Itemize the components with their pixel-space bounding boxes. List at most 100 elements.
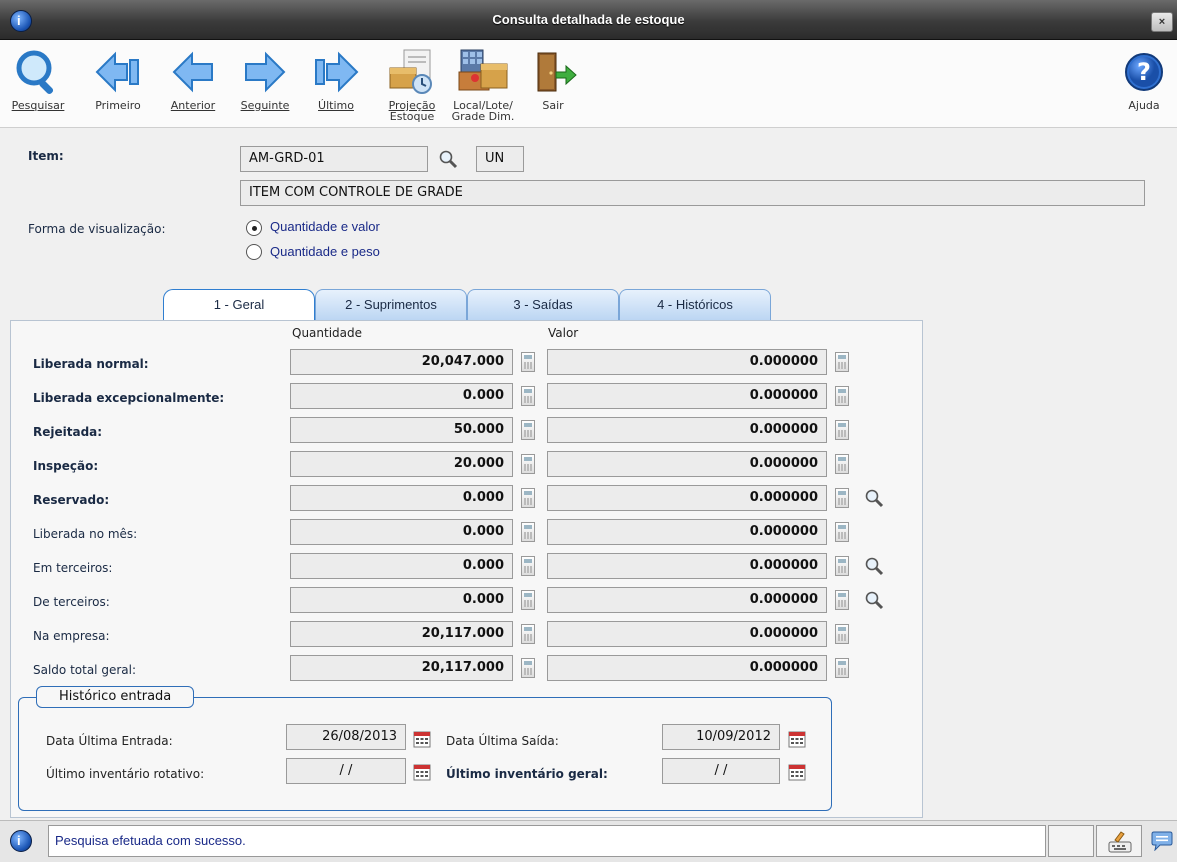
historico-entrada-group	[18, 697, 832, 811]
row-label: Em terceiros:	[33, 561, 113, 575]
calculator-icon[interactable]	[521, 454, 535, 474]
exit-door-icon	[528, 44, 578, 100]
valor-field: 0.000000	[547, 519, 827, 545]
valor-field: 0.000000	[547, 485, 827, 511]
inv-rotativo-field[interactable]: / /	[286, 758, 406, 784]
chat-icon[interactable]	[1150, 831, 1174, 851]
tab-suprimentos[interactable]: 2 - Suprimentos	[315, 289, 467, 320]
valor-field: 0.000000	[547, 621, 827, 647]
quantidade-field: 20,047.000	[290, 349, 513, 375]
last-button[interactable]: Último	[306, 44, 366, 126]
column-quantidade: Quantidade	[292, 326, 363, 340]
calculator-icon[interactable]	[521, 658, 535, 678]
calendar-icon[interactable]	[788, 730, 806, 748]
calculator-icon[interactable]	[835, 658, 849, 678]
calculator-icon[interactable]	[521, 352, 535, 372]
calculator-icon[interactable]	[521, 420, 535, 440]
keyboard-tool-icon	[1108, 831, 1132, 853]
calculator-icon[interactable]	[835, 352, 849, 372]
arrow-left-icon	[163, 44, 223, 100]
calculator-icon[interactable]	[835, 624, 849, 644]
svg-text:?: ?	[1137, 58, 1151, 86]
close-button[interactable]: ×	[1151, 12, 1173, 32]
ultima-entrada-label: Data Última Entrada:	[46, 734, 173, 748]
view-qty-weight-label[interactable]: Quantidade e peso	[270, 244, 380, 259]
detail-search-icon[interactable]	[864, 488, 884, 508]
ultima-saida-field[interactable]: 10/09/2012	[662, 724, 780, 750]
calculator-icon[interactable]	[521, 522, 535, 542]
quantidade-field: 0.000	[290, 587, 513, 613]
view-qty-value-label[interactable]: Quantidade e valor	[270, 219, 380, 234]
quantidade-field: 20,117.000	[290, 655, 513, 681]
search-button[interactable]: Pesquisar	[8, 44, 68, 126]
column-valor: Valor	[548, 326, 579, 340]
magnifier-icon	[8, 44, 68, 100]
valor-field: 0.000000	[547, 349, 827, 375]
view-qty-value-radio[interactable]	[246, 220, 262, 236]
window-title: Consulta detalhada de estoque	[492, 12, 685, 27]
calendar-icon[interactable]	[413, 730, 431, 748]
stock-projection-button[interactable]: Projeção Estoque	[380, 44, 444, 126]
toolbar: Pesquisar Primeiro Anterior Seguinte Últ…	[0, 40, 1177, 128]
row-label: Liberada normal:	[33, 357, 149, 371]
tab-saidas[interactable]: 3 - Saídas	[467, 289, 619, 320]
location-lot-button[interactable]: Local/Lote/ Grade Dim.	[448, 44, 518, 126]
location-lot-icon	[448, 44, 518, 100]
status-tools-button[interactable]	[1096, 825, 1142, 857]
valor-field: 0.000000	[547, 383, 827, 409]
valor-field: 0.000000	[547, 417, 827, 443]
valor-field: 0.000000	[547, 553, 827, 579]
first-button[interactable]: Primeiro	[88, 44, 148, 126]
calculator-icon[interactable]	[835, 590, 849, 610]
row-label: Rejeitada:	[33, 425, 103, 439]
calculator-icon[interactable]	[835, 556, 849, 576]
calculator-icon[interactable]	[835, 420, 849, 440]
item-code-input[interactable]: AM-GRD-01	[240, 146, 428, 172]
calculator-icon[interactable]	[835, 488, 849, 508]
status-bar: i Pesquisa efetuada com sucesso.	[0, 820, 1177, 862]
row-label: Reservado:	[33, 493, 110, 507]
view-qty-weight-radio[interactable]	[246, 244, 262, 260]
detail-search-icon[interactable]	[864, 556, 884, 576]
calculator-icon[interactable]	[835, 522, 849, 542]
row-label: Liberada excepcionalmente:	[33, 391, 225, 405]
calculator-icon[interactable]	[835, 386, 849, 406]
tab-historicos[interactable]: 4 - Históricos	[619, 289, 771, 320]
inv-geral-field[interactable]: / /	[662, 758, 780, 784]
item-search-icon[interactable]	[438, 149, 458, 169]
quantidade-field: 20,117.000	[290, 621, 513, 647]
quantidade-field: 0.000	[290, 519, 513, 545]
quantidade-field: 0.000	[290, 553, 513, 579]
valor-field: 0.000000	[547, 655, 827, 681]
calculator-icon[interactable]	[521, 590, 535, 610]
help-button[interactable]: ? Ajuda	[1118, 44, 1170, 126]
quantidade-field: 0.000	[290, 485, 513, 511]
calculator-icon[interactable]	[835, 454, 849, 474]
row-label: Na empresa:	[33, 629, 110, 643]
calendar-icon[interactable]	[788, 763, 806, 781]
ultima-entrada-field[interactable]: 26/08/2013	[286, 724, 406, 750]
calculator-icon[interactable]	[521, 624, 535, 644]
title-bar: i Consulta detalhada de estoque ×	[0, 0, 1177, 40]
calculator-icon[interactable]	[521, 488, 535, 508]
detail-search-icon[interactable]	[864, 590, 884, 610]
previous-button[interactable]: Anterior	[163, 44, 223, 126]
row-label: Liberada no mês:	[33, 527, 138, 541]
calculator-icon[interactable]	[521, 556, 535, 576]
calendar-icon[interactable]	[413, 763, 431, 781]
row-label: Saldo total geral:	[33, 663, 136, 677]
tab-geral[interactable]: 1 - Geral	[163, 289, 315, 320]
quantidade-field: 20.000	[290, 451, 513, 477]
view-mode-label: Forma de visualização:	[28, 222, 166, 236]
next-button[interactable]: Seguinte	[235, 44, 295, 126]
help-icon: ?	[1118, 44, 1170, 100]
inv-rotativo-label: Último inventário rotativo:	[46, 767, 205, 781]
status-cell	[1048, 825, 1094, 857]
exit-button[interactable]: Sair	[528, 44, 578, 126]
calculator-icon[interactable]	[521, 386, 535, 406]
row-label: Inspeção:	[33, 459, 99, 473]
arrow-right-icon	[235, 44, 295, 100]
item-label: Item:	[28, 149, 64, 163]
stock-projection-icon	[380, 44, 444, 100]
historico-entrada-legend: Histórico entrada	[36, 686, 195, 708]
